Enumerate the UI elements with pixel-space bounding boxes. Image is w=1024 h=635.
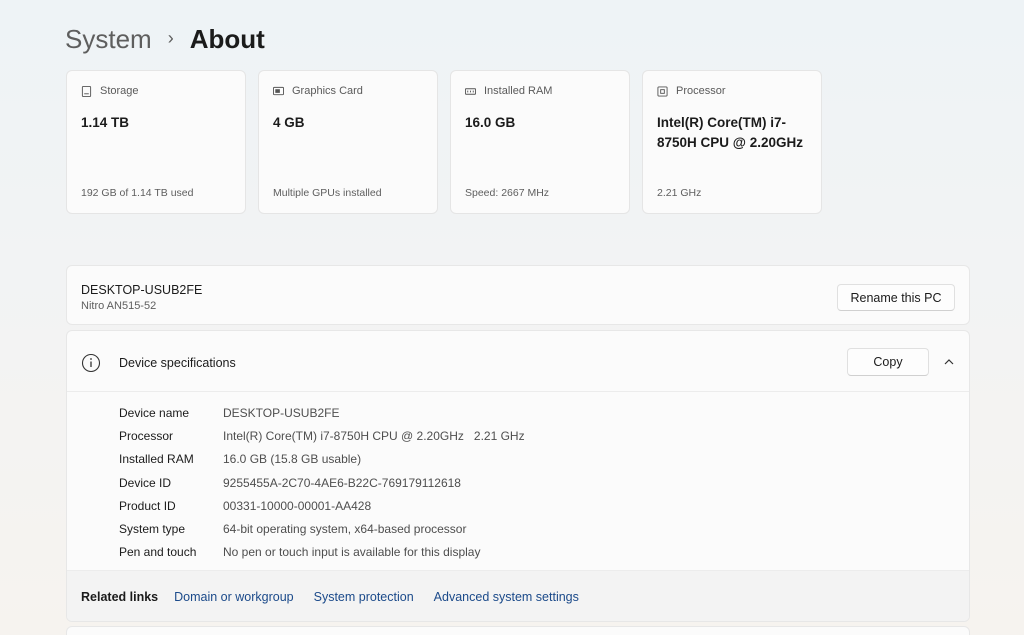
info-icon <box>81 353 101 373</box>
spec-row: Device ID 9255455A-2C70-4AE6-B22C-769179… <box>119 471 525 494</box>
related-links-title: Related links <box>81 590 159 604</box>
spec-row: Processor Intel(R) Core(TM) i7-8750H CPU… <box>119 424 525 447</box>
pc-model: Nitro AN515-52 <box>81 300 157 312</box>
copy-button[interactable]: Copy <box>847 348 929 376</box>
card-processor-value: Intel(R) Core(TM) i7-8750H CPU @ 2.20GHz <box>657 115 803 150</box>
spec-label: Processor <box>119 428 174 443</box>
summary-cards: Storage 1.14 TB 192 GB of 1.14 TB used G… <box>66 70 822 214</box>
device-specifications-title: Device specifications <box>119 356 236 370</box>
spec-label: Product ID <box>119 498 176 513</box>
advanced-system-settings-link[interactable]: Advanced system settings <box>434 590 579 604</box>
card-processor-title: Processor <box>676 85 726 97</box>
storage-icon <box>81 85 92 97</box>
card-storage-value: 1.14 TB <box>81 115 130 130</box>
spec-row: System type 64-bit operating system, x64… <box>119 517 525 540</box>
card-ram[interactable]: Installed RAM 16.0 GB Speed: 2667 MHz <box>450 70 630 214</box>
spec-value: DESKTOP-USUB2FE <box>223 405 340 420</box>
spec-row: Installed RAM 16.0 GB (15.8 GB usable) <box>119 448 525 471</box>
spec-label: Installed RAM <box>119 452 194 467</box>
spec-value: No pen or touch input is available for t… <box>223 545 481 560</box>
spec-label: System type <box>119 522 186 537</box>
processor-icon <box>657 85 668 97</box>
card-ram-value: 16.0 GB <box>465 115 516 130</box>
device-specifications-panel: Device specifications Copy Device name D… <box>66 330 970 622</box>
spec-value: 00331-10000-00001-AA428 <box>223 498 372 513</box>
breadcrumb-separator: › <box>167 28 174 48</box>
next-panel <box>66 626 970 635</box>
card-processor[interactable]: Processor Intel(R) Core(TM) i7-8750H CPU… <box>642 70 822 214</box>
spec-label: Pen and touch <box>119 545 197 560</box>
chevron-up-icon[interactable] <box>943 356 955 368</box>
spec-row: Device name DESKTOP-USUB2FE <box>119 401 525 424</box>
card-graphics[interactable]: Graphics Card 4 GB Multiple GPUs install… <box>258 70 438 214</box>
spec-value: 9255455A-2C70-4AE6-B22C-769179112618 <box>223 475 461 490</box>
page-title: About <box>189 24 265 54</box>
graphics-card-icon <box>273 86 284 95</box>
device-specifications-header[interactable]: Device specifications Copy <box>67 331 969 392</box>
card-graphics-value: 4 GB <box>273 115 305 130</box>
card-graphics-sub: Multiple GPUs installed <box>273 187 382 199</box>
spec-value: 16.0 GB (15.8 GB usable) <box>223 452 362 467</box>
spec-list: Device name DESKTOP-USUB2FE Processor In… <box>119 401 525 564</box>
pc-name: DESKTOP-USUB2FE <box>81 283 203 297</box>
pc-name-panel: DESKTOP-USUB2FE Nitro AN515-52 Rename th… <box>66 265 970 325</box>
card-processor-sub: 2.21 GHz <box>657 187 702 199</box>
card-storage-title: Storage <box>100 85 139 97</box>
ram-icon <box>465 87 476 95</box>
spec-label: Device name <box>119 405 190 420</box>
spec-row: Product ID 00331-10000-00001-AA428 <box>119 494 525 517</box>
system-protection-link[interactable]: System protection <box>314 590 414 604</box>
related-links-bar: Related links Domain or workgroup System… <box>67 570 969 621</box>
domain-or-workgroup-link[interactable]: Domain or workgroup <box>174 590 294 604</box>
spec-label: Device ID <box>119 475 172 490</box>
breadcrumb-system-link[interactable]: System <box>65 22 152 56</box>
spec-value: Intel(R) Core(TM) i7-8750H CPU @ 2.20GHz… <box>223 428 525 443</box>
breadcrumb: System › About <box>65 22 265 56</box>
card-ram-title: Installed RAM <box>484 85 553 97</box>
spec-value: 64-bit operating system, x64-based proce… <box>223 522 467 537</box>
spec-row: Pen and touch No pen or touch input is a… <box>119 541 525 564</box>
card-storage-sub: 192 GB of 1.14 TB used <box>81 187 194 199</box>
card-graphics-title: Graphics Card <box>292 85 363 97</box>
rename-pc-button[interactable]: Rename this PC <box>837 284 955 311</box>
card-storage[interactable]: Storage 1.14 TB 192 GB of 1.14 TB used <box>66 70 246 214</box>
card-ram-sub: Speed: 2667 MHz <box>465 187 550 199</box>
